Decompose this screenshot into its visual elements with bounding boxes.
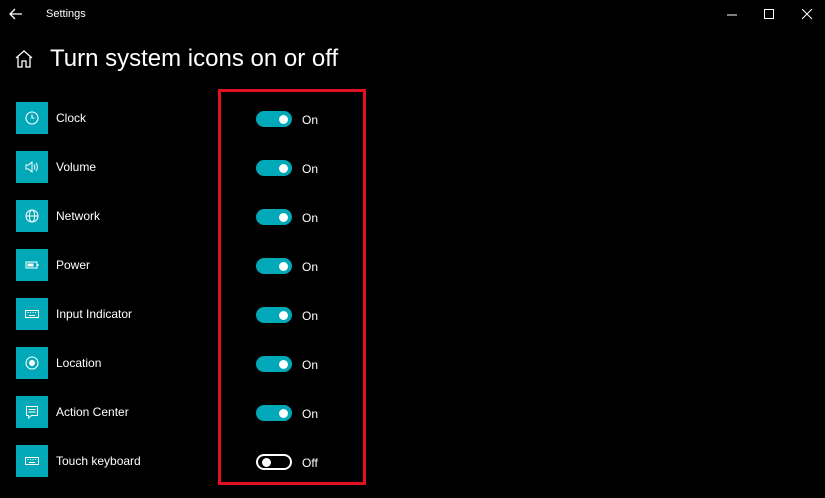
setting-label: Power bbox=[56, 258, 91, 272]
setting-icon-tile bbox=[16, 200, 48, 232]
toggle-knob bbox=[279, 359, 288, 369]
toggle-state-label: On bbox=[302, 407, 319, 421]
setting-row-touch-keyboard: Touch keyboard Off bbox=[16, 445, 376, 477]
toggle-switch[interactable] bbox=[256, 209, 292, 225]
toggle-knob bbox=[279, 163, 288, 173]
back-button[interactable] bbox=[6, 4, 26, 24]
setting-label: Volume bbox=[56, 160, 97, 174]
setting-icon-tile bbox=[16, 396, 48, 428]
location-icon bbox=[25, 356, 39, 370]
toggle-switch[interactable] bbox=[256, 307, 292, 323]
window-title: Settings bbox=[46, 8, 86, 20]
action-center-icon bbox=[26, 406, 38, 420]
close-button[interactable] bbox=[789, 0, 825, 28]
setting-label: Action Center bbox=[56, 405, 129, 419]
setting-label: Touch keyboard bbox=[56, 454, 141, 468]
maximize-icon bbox=[763, 8, 774, 19]
battery-icon bbox=[25, 261, 39, 269]
setting-icon-tile bbox=[16, 102, 48, 134]
minimize-icon bbox=[726, 14, 737, 15]
minimize-button[interactable] bbox=[714, 0, 750, 28]
setting-icon-tile bbox=[16, 298, 48, 330]
setting-label: Network bbox=[56, 209, 101, 223]
keyboard-icon bbox=[25, 457, 39, 465]
home-button[interactable] bbox=[14, 49, 36, 71]
toggle-state-label: On bbox=[302, 260, 319, 274]
setting-row-volume: Volume On bbox=[16, 151, 376, 183]
setting-row-input-indicator: Input Indicator On bbox=[16, 298, 376, 330]
toggle-state-label: On bbox=[302, 162, 319, 176]
toggle-knob bbox=[279, 212, 288, 222]
setting-label: Location bbox=[56, 356, 102, 370]
toggle-knob bbox=[262, 457, 271, 467]
toggle-switch[interactable] bbox=[256, 405, 292, 421]
setting-row-power: Power On bbox=[16, 249, 376, 281]
toggle-state-label: On bbox=[302, 211, 319, 225]
keyboard-icon bbox=[25, 310, 39, 318]
back-arrow-icon bbox=[9, 8, 22, 20]
clock-icon bbox=[25, 111, 39, 125]
home-icon bbox=[15, 50, 33, 68]
setting-row-clock: Clock On bbox=[16, 102, 376, 134]
toggle-switch[interactable] bbox=[256, 454, 292, 470]
toggle-state-label: On bbox=[302, 309, 319, 323]
page-title: Turn system icons on or off bbox=[50, 45, 339, 72]
toggle-knob bbox=[279, 114, 288, 124]
toggle-state-label: On bbox=[302, 358, 319, 372]
setting-row-action-center: Action Center On bbox=[16, 396, 376, 428]
setting-icon-tile bbox=[16, 445, 48, 477]
toggle-switch[interactable] bbox=[256, 160, 292, 176]
setting-icon-tile bbox=[16, 151, 48, 183]
setting-row-location: Location On bbox=[16, 347, 376, 379]
setting-label: Input Indicator bbox=[56, 307, 133, 321]
globe-icon bbox=[25, 209, 39, 223]
setting-icon-tile bbox=[16, 347, 48, 379]
toggle-knob bbox=[279, 261, 288, 271]
close-icon bbox=[801, 8, 812, 19]
volume-icon bbox=[25, 160, 38, 174]
toggle-switch[interactable] bbox=[256, 356, 292, 372]
setting-row-network: Network On bbox=[16, 200, 376, 232]
title-bar: Settings bbox=[0, 0, 825, 28]
toggle-knob bbox=[279, 408, 288, 418]
toggle-state-label: Off bbox=[302, 456, 318, 470]
toggle-switch[interactable] bbox=[256, 258, 292, 274]
toggle-state-label: On bbox=[302, 113, 319, 127]
setting-icon-tile bbox=[16, 249, 48, 281]
setting-label: Clock bbox=[56, 111, 87, 125]
toggle-switch[interactable] bbox=[256, 111, 292, 127]
toggle-knob bbox=[279, 310, 288, 320]
maximize-button[interactable] bbox=[751, 0, 787, 28]
